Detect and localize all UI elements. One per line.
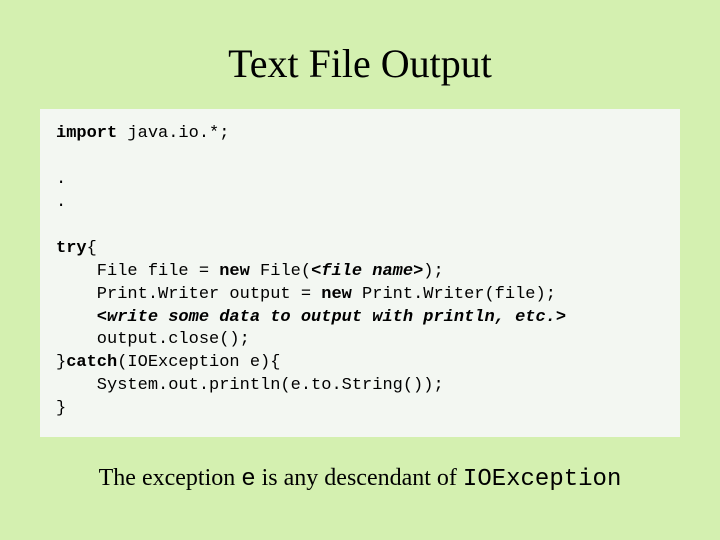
code-text: output.close(); [56, 330, 250, 349]
code-text: File file = [56, 262, 219, 281]
code-text: Print.Writer output = [56, 285, 321, 304]
caption-text: The exception [99, 465, 242, 491]
caption-code: e [241, 466, 255, 493]
code-text: java.io.*; [117, 124, 229, 143]
code-text: } [56, 399, 66, 418]
code-text: } [56, 353, 66, 372]
slide-title: Text File Output [40, 40, 680, 87]
caption-text: is any descendant of [256, 465, 463, 491]
code-text: . [56, 193, 66, 212]
kw-catch: catch [66, 353, 117, 372]
code-text: { [87, 239, 97, 258]
slide: Text File Output import java.io.*; . . t… [0, 0, 720, 540]
code-text: . [56, 170, 66, 189]
code-text: ); [423, 262, 443, 281]
kw-new: new [321, 285, 352, 304]
code-text: (IOException e){ [117, 353, 280, 372]
caption: The exception e is any descendant of IOE… [40, 465, 680, 493]
caption-code: IOException [463, 466, 621, 493]
code-block: import java.io.*; . . try{ File file = n… [40, 109, 680, 437]
code-text: Print.Writer(file); [352, 285, 556, 304]
code-text: File( [250, 262, 311, 281]
kw-import: import [56, 124, 117, 143]
placeholder-filename: <file name> [311, 262, 423, 281]
placeholder-write: <write some data to output with println,… [56, 308, 566, 327]
kw-try: try [56, 239, 87, 258]
kw-new: new [219, 262, 250, 281]
code-text: System.out.println(e.to.String()); [56, 376, 444, 395]
